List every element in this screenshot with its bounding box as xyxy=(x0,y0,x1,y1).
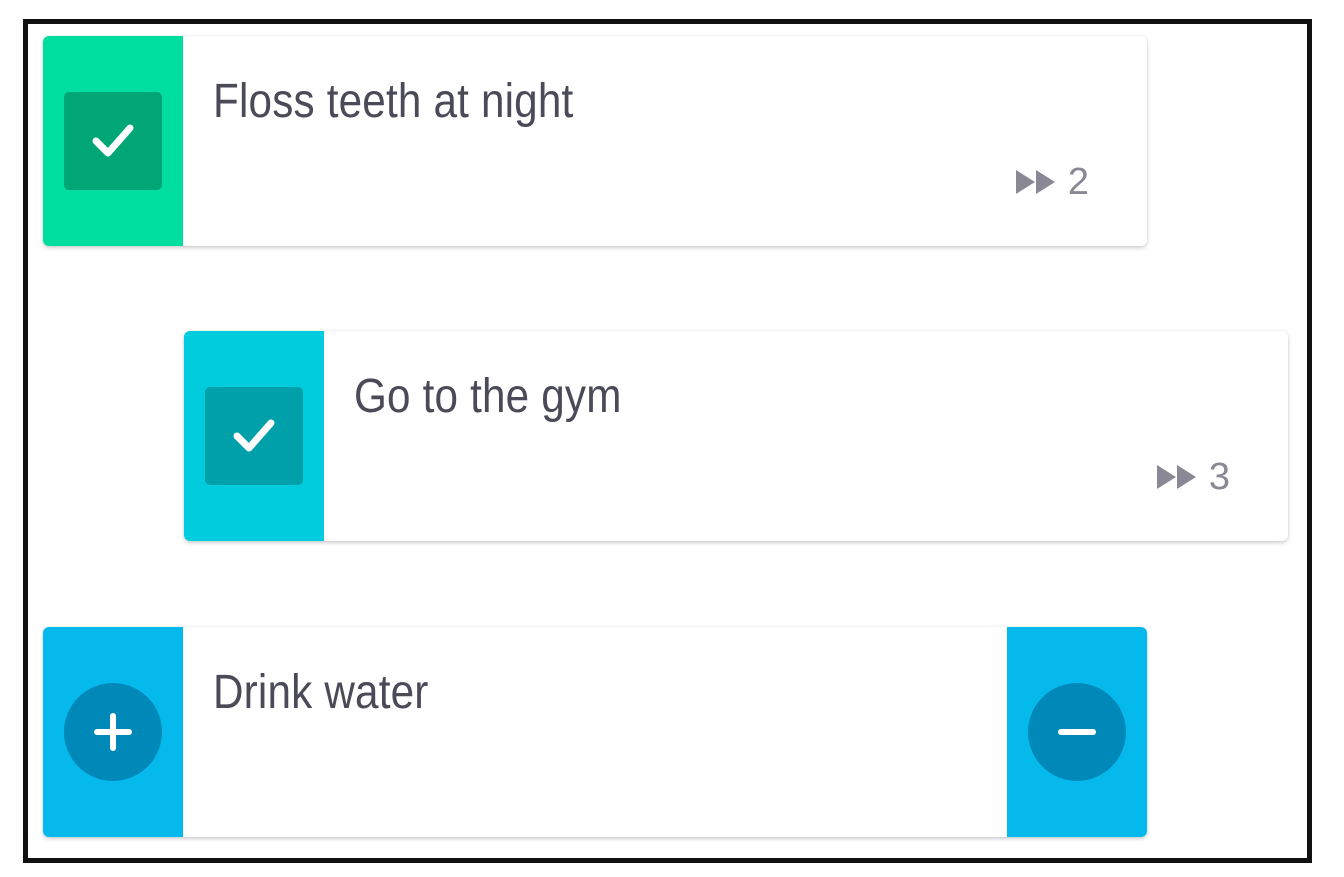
streak-count: 3 xyxy=(1208,456,1230,498)
habit-accent-bar xyxy=(43,627,183,837)
habit-checkbox[interactable] xyxy=(205,387,303,485)
habit-streak: 3 xyxy=(1155,457,1230,497)
streak-count: 2 xyxy=(1067,161,1089,203)
habit-card-water[interactable]: Drink water xyxy=(43,627,1147,837)
habit-accent-bar xyxy=(43,36,183,246)
habit-title: Go to the gym xyxy=(354,370,622,423)
habit-streak: 2 xyxy=(1014,162,1089,202)
habit-title: Drink water xyxy=(213,666,429,719)
decrement-button[interactable] xyxy=(1028,683,1126,781)
plus-icon xyxy=(94,713,132,751)
habit-accent-bar-right xyxy=(1007,627,1147,837)
habit-card-gym[interactable]: Go to the gym 3 xyxy=(184,331,1288,541)
minus-icon xyxy=(1058,729,1096,735)
increment-button[interactable] xyxy=(64,683,162,781)
checkmark-icon xyxy=(92,124,134,157)
habit-title: Floss teeth at night xyxy=(213,75,574,128)
fast-forward-icon xyxy=(1015,170,1055,194)
fast-forward-icon xyxy=(1156,465,1196,489)
checkmark-icon xyxy=(233,419,275,452)
habit-accent-bar xyxy=(184,331,324,541)
habit-card-floss[interactable]: Floss teeth at night 2 xyxy=(43,36,1147,246)
habit-checkbox[interactable] xyxy=(64,92,162,190)
